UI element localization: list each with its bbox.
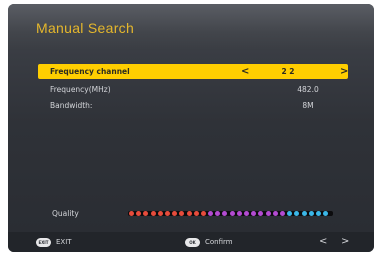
quality-dot bbox=[186, 211, 192, 216]
row-value: 482.0 bbox=[297, 85, 319, 94]
exit-button-icon[interactable]: EXIT bbox=[36, 238, 51, 247]
footer-bar: EXIT EXIT OK Confirm < > bbox=[8, 232, 374, 252]
quality-dot bbox=[215, 211, 221, 216]
quality-dot bbox=[157, 211, 163, 216]
row-value: 2 2 bbox=[281, 67, 295, 76]
row-value: 8M bbox=[302, 101, 314, 110]
quality-dot bbox=[308, 211, 314, 216]
quality-dot bbox=[193, 211, 199, 216]
quality-dot bbox=[143, 211, 149, 216]
quality-dot bbox=[323, 211, 329, 216]
quality-dot bbox=[287, 211, 293, 216]
quality-dot bbox=[251, 211, 257, 216]
quality-dot bbox=[136, 211, 142, 216]
quality-label: Quality bbox=[52, 209, 79, 218]
quality-dot bbox=[236, 211, 242, 216]
quality-dot bbox=[279, 211, 285, 216]
ok-button-icon[interactable]: OK bbox=[185, 238, 200, 247]
exit-label: EXIT bbox=[56, 238, 72, 246]
quality-dot bbox=[150, 211, 156, 216]
quality-dot bbox=[200, 211, 206, 216]
chevron-left-icon[interactable]: < bbox=[241, 64, 249, 79]
quality-dot bbox=[229, 211, 235, 216]
chevron-right-icon[interactable]: > bbox=[340, 64, 348, 79]
quality-dot bbox=[294, 211, 300, 216]
quality-dot bbox=[222, 211, 228, 216]
chevron-left-icon[interactable]: < bbox=[319, 236, 327, 248]
page-title: Manual Search bbox=[36, 20, 135, 36]
tv-screen: Manual Search Frequency channel < 2 2 > … bbox=[0, 0, 382, 253]
quality-dot bbox=[258, 211, 264, 216]
quality-dot bbox=[265, 211, 271, 216]
content-area: Frequency channel < 2 2 > Frequency(MHz)… bbox=[8, 50, 374, 232]
quality-dot bbox=[301, 211, 307, 216]
title-bar: Manual Search bbox=[8, 4, 374, 50]
quality-dot bbox=[164, 211, 170, 216]
row-bandwidth[interactable]: Bandwidth: 8M bbox=[38, 98, 348, 113]
row-label: Bandwidth: bbox=[50, 101, 93, 110]
manual-search-dialog: Manual Search Frequency channel < 2 2 > … bbox=[8, 4, 374, 252]
chevron-right-icon[interactable]: > bbox=[341, 236, 349, 248]
quality-dot bbox=[179, 211, 185, 216]
quality-dot bbox=[244, 211, 249, 216]
quality-dots bbox=[129, 210, 329, 217]
quality-dot bbox=[315, 211, 321, 216]
quality-dot bbox=[272, 211, 278, 216]
confirm-label: Confirm bbox=[205, 238, 233, 246]
quality-dot bbox=[208, 211, 214, 216]
row-frequency-channel[interactable]: Frequency channel < 2 2 > bbox=[38, 64, 348, 79]
row-label: Frequency(MHz) bbox=[50, 85, 111, 94]
row-frequency-mhz[interactable]: Frequency(MHz) 482.0 bbox=[38, 82, 348, 97]
quality-dot bbox=[129, 211, 134, 216]
row-label: Frequency channel bbox=[50, 67, 130, 76]
quality-dot bbox=[172, 211, 178, 216]
